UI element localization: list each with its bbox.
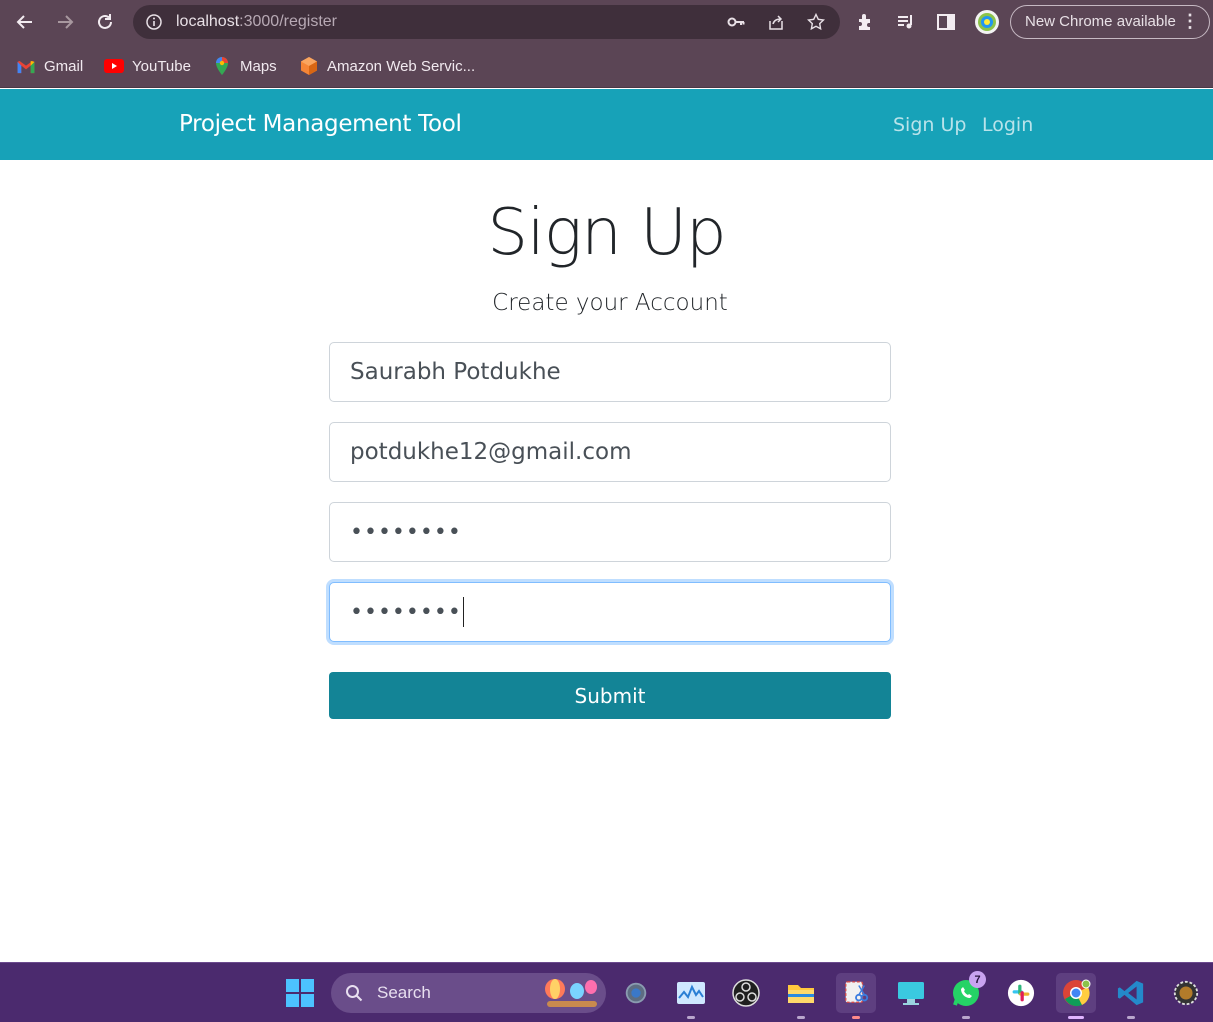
profile-icon[interactable]	[974, 9, 1000, 35]
nav-login-link[interactable]: Login	[982, 114, 1033, 136]
running-indicator	[852, 1016, 860, 1019]
update-label: New Chrome available	[1025, 13, 1176, 30]
media-icon[interactable]	[895, 11, 917, 33]
back-icon[interactable]	[10, 7, 40, 37]
bookmarks-bar: Gmail YouTube Maps Amazon Web Servic...	[0, 44, 1213, 88]
running-indicator	[797, 1016, 805, 1019]
folder-icon	[788, 985, 814, 1003]
brand-link[interactable]: Project Management Tool	[179, 111, 462, 137]
search-icon	[346, 985, 363, 1002]
windows-icon	[286, 979, 314, 1007]
bookmark-label: Gmail	[44, 57, 84, 75]
slack-app[interactable]	[1001, 973, 1041, 1013]
address-bar[interactable]: localhost:3000/register	[133, 5, 840, 39]
xampp-app[interactable]	[1166, 973, 1206, 1013]
taskbar-search[interactable]: Search	[331, 973, 606, 1013]
settings-app[interactable]	[616, 973, 656, 1013]
aws-icon	[299, 56, 319, 76]
bookmark-maps[interactable]: Maps	[212, 56, 277, 76]
new-chrome-available-button[interactable]: New Chrome available ⋮	[1010, 5, 1210, 39]
obs-app[interactable]	[726, 973, 766, 1013]
menu-icon[interactable]: ⋮	[1181, 6, 1199, 37]
text-caret	[462, 597, 464, 627]
email-field[interactable]: potdukhe12@gmail.com	[329, 422, 891, 482]
extensions-icon[interactable]	[855, 11, 877, 33]
whatsapp-app[interactable]: 7	[946, 971, 986, 1019]
snipping-tool-icon	[845, 981, 869, 1004]
info-icon[interactable]	[145, 13, 163, 31]
running-indicator	[687, 1016, 695, 1019]
star-icon[interactable]	[807, 13, 825, 31]
forward-icon[interactable]	[50, 7, 80, 37]
search-highlight-icon	[545, 979, 597, 1007]
bookmark-label: Amazon Web Servic...	[327, 57, 476, 75]
reload-icon[interactable]	[90, 7, 120, 37]
maps-icon	[212, 56, 232, 76]
browser-toolbar: localhost:3000/register New Chrome avail…	[0, 0, 1213, 44]
youtube-icon	[104, 56, 124, 76]
bookmark-label: YouTube	[132, 57, 191, 75]
submit-button[interactable]: Submit	[329, 672, 891, 719]
url-text: localhost:3000/register	[176, 13, 337, 30]
running-indicator	[1127, 1016, 1135, 1019]
slack-icon	[1007, 979, 1035, 1007]
confirm-password-field[interactable]: ••••••••	[329, 582, 891, 642]
fullname-field[interactable]: Saurabh Potdukhe	[329, 342, 891, 402]
page-subtitle: Create your Account	[492, 290, 728, 316]
password-field[interactable]: ••••••••	[329, 502, 891, 562]
remote-desktop-app[interactable]	[891, 973, 931, 1013]
confirm-password-value: ••••••••	[350, 599, 462, 625]
key-icon[interactable]	[727, 13, 745, 31]
share-icon[interactable]	[767, 13, 785, 31]
password-value: ••••••••	[350, 519, 462, 545]
vscode-app[interactable]	[1111, 973, 1151, 1019]
start-button[interactable]	[280, 973, 320, 1013]
gear-icon	[625, 982, 647, 1004]
xampp-icon	[1173, 980, 1199, 1006]
active-indicator	[1068, 1016, 1084, 1019]
bookmark-aws[interactable]: Amazon Web Servic...	[299, 56, 475, 76]
bookmark-gmail[interactable]: Gmail	[16, 56, 83, 76]
file-explorer-app[interactable]	[781, 973, 821, 1019]
sidepanel-icon[interactable]	[935, 11, 957, 33]
snipping-tool-app[interactable]	[836, 973, 876, 1019]
nav-signup-link[interactable]: Sign Up	[893, 114, 966, 136]
bookmark-label: Maps	[240, 57, 277, 75]
email-value: potdukhe12@gmail.com	[350, 439, 632, 465]
search-label: Search	[377, 983, 431, 1002]
fullname-value: Saurabh Potdukhe	[350, 359, 561, 385]
obs-icon	[732, 979, 760, 1007]
bookmark-youtube[interactable]: YouTube	[104, 56, 191, 76]
chrome-app[interactable]	[1056, 973, 1096, 1019]
taskbar: Search 7	[0, 962, 1213, 1022]
running-indicator	[962, 1016, 970, 1019]
app-navbar: Project Management Tool Sign Up Login	[0, 89, 1213, 160]
task-manager-app[interactable]	[671, 973, 711, 1019]
chrome-icon	[1063, 979, 1091, 1007]
gmail-icon	[16, 56, 36, 76]
vscode-icon	[1117, 980, 1144, 1006]
monitor-icon	[898, 982, 924, 1005]
page-title: Sign Up	[487, 196, 726, 270]
notification-badge: 7	[969, 971, 986, 988]
task-manager-icon	[677, 982, 705, 1004]
